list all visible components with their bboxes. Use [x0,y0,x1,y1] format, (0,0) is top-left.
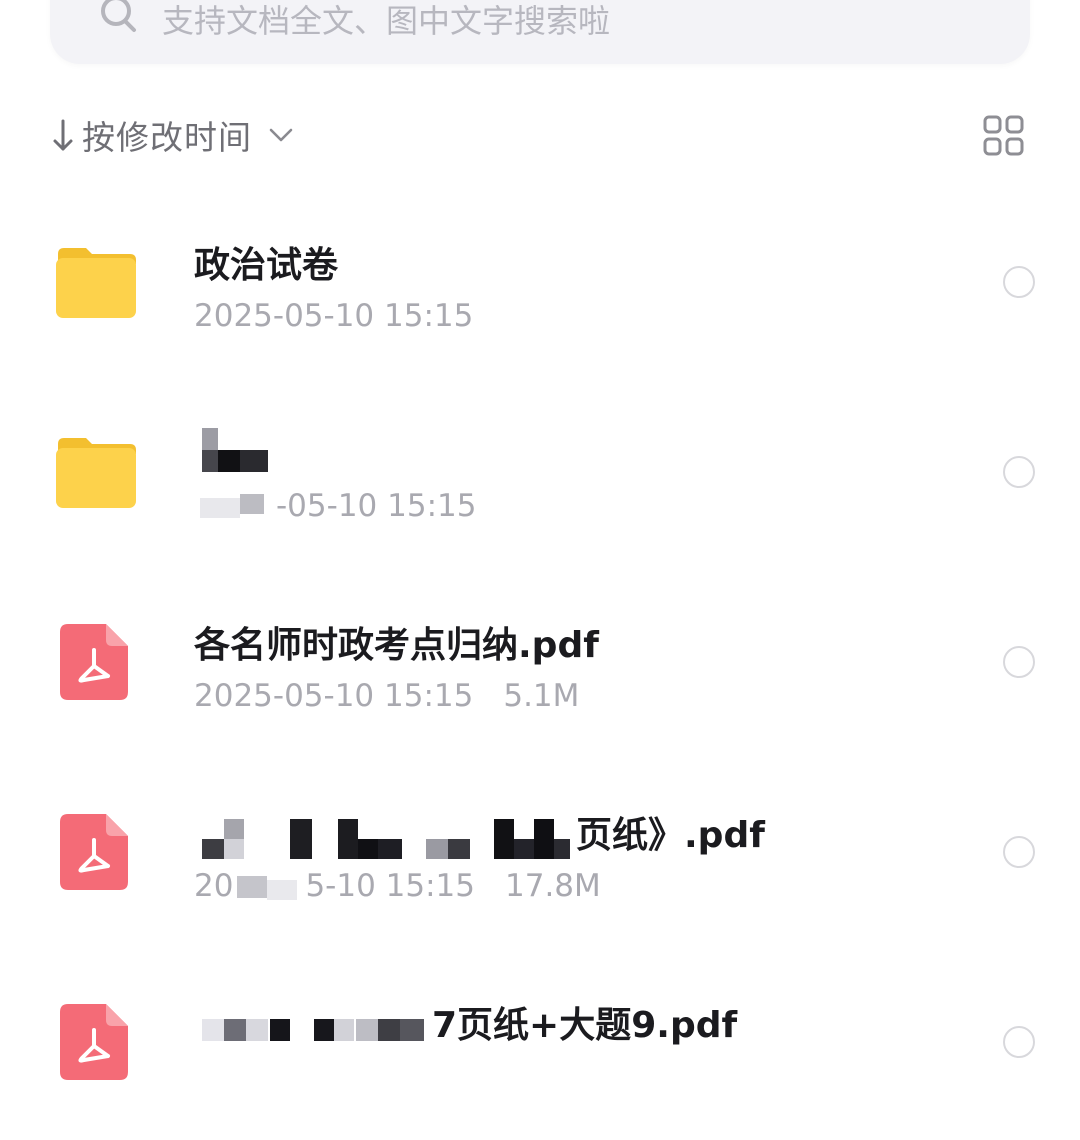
file-date: -05-10 15:15 [276,488,477,524]
search-icon [101,0,136,32]
file-date: 2025-05-10 15:15 [194,298,474,334]
file-row[interactable]: 各名师时政考点归纳.pdf 2025-05-10 15:15 5.1M [0,570,1080,760]
search-placeholder: 支持文档全文、图中文字搜索啦 [162,2,611,40]
file-name: 各名师时政考点归纳.pdf [194,625,599,666]
sort-label: 按修改时间 [82,118,252,157]
pdf-icon [60,814,128,890]
file-row[interactable]: 页纸》.pdf 20 5-10 15:15 17.8M [0,760,1080,950]
chevron-down-icon [269,128,293,142]
pixelated-text [202,428,268,472]
select-radio[interactable] [1003,266,1035,298]
file-size: 17.8M [505,868,601,904]
file-name: 7页纸+大题9.pdf [194,996,737,1051]
folder-icon [56,248,136,318]
file-name: 页纸》.pdf [194,806,765,861]
file-row[interactable]: -05-10 15:15 [0,380,1080,570]
file-meta: -05-10 15:15 [194,488,476,526]
file-meta: 20 5-10 15:15 17.8M [194,868,601,904]
pixelated-text [202,819,570,859]
file-size: 5.1M [503,678,580,714]
pixelated-text [237,875,298,900]
file-list: 政治试卷 2025-05-10 15:15 -05-10 15:15 各名师时政… [0,190,1080,1140]
pdf-icon [60,1004,128,1080]
pixelated-text [202,1019,424,1041]
pdf-icon [60,624,128,700]
file-date: 5-10 15:15 [305,868,475,904]
file-name [194,426,276,474]
search-bar[interactable]: 支持文档全文、图中文字搜索啦 [50,0,1030,64]
file-row[interactable]: 7页纸+大题9.pdf [0,950,1080,1140]
grid-view-icon[interactable] [980,112,1028,160]
file-name: 政治试卷 [194,245,339,286]
arrow-down-icon [53,119,73,151]
sort-dropdown[interactable]: 按修改时间 [50,112,296,158]
folder-icon [56,438,136,508]
file-date: 2025-05-10 15:15 [194,678,474,714]
select-radio[interactable] [1003,646,1035,678]
file-row[interactable]: 政治试卷 2025-05-10 15:15 [0,190,1080,380]
file-meta: 2025-05-10 15:15 5.1M [194,678,579,714]
select-radio[interactable] [1003,456,1035,488]
pixelated-text [200,493,264,518]
file-meta: 2025-05-10 15:15 [194,298,473,334]
select-radio[interactable] [1003,836,1035,868]
select-radio[interactable] [1003,1026,1035,1058]
